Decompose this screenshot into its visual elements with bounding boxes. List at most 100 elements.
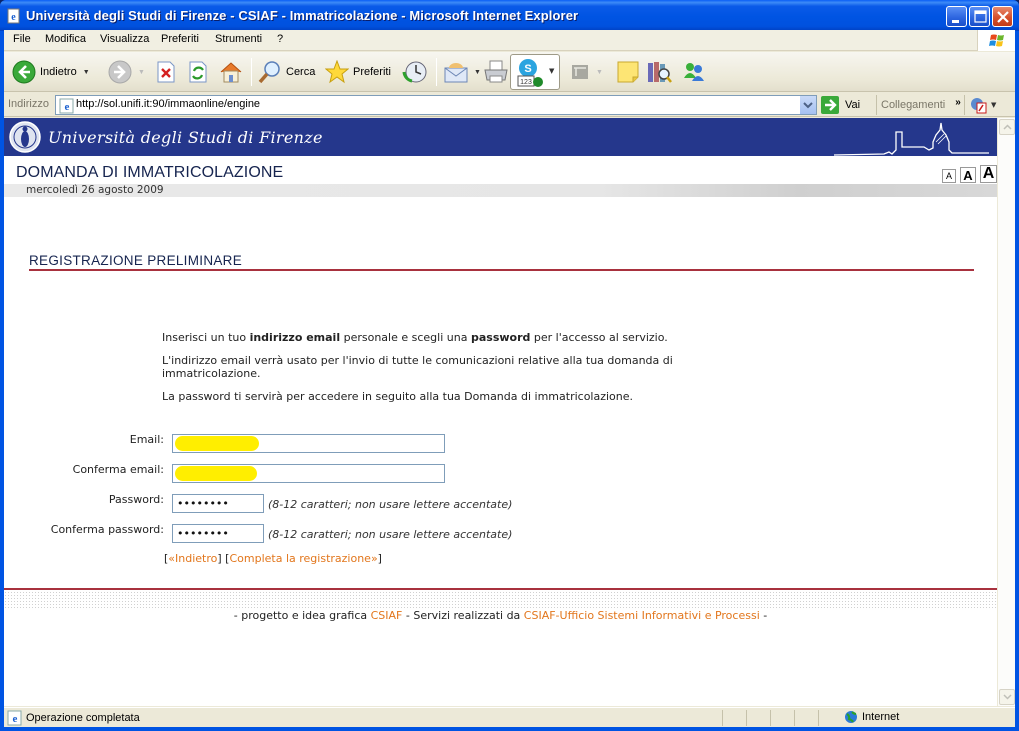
intro-paragraph-3: La password ti servirà per accedere in s… bbox=[162, 390, 634, 403]
maximize-button[interactable] bbox=[969, 6, 990, 27]
menu-file[interactable]: File bbox=[13, 33, 31, 45]
section-divider bbox=[29, 269, 974, 271]
zone-label: Internet bbox=[862, 711, 900, 723]
browser-frame: File Modifica Visualizza Preferiti Strum… bbox=[4, 30, 1015, 727]
svg-text:123: 123 bbox=[520, 79, 532, 86]
mail-button[interactable]: ▼ bbox=[444, 58, 481, 86]
links-toolbar[interactable]: Collegamenti » bbox=[876, 95, 961, 115]
confirm-email-field[interactable] bbox=[172, 464, 445, 483]
page-title: DOMANDA DI IMMATRICOLAZIONE bbox=[16, 164, 284, 181]
toolbar-separator bbox=[436, 58, 437, 86]
email-field[interactable] bbox=[172, 434, 445, 453]
minimize-button[interactable] bbox=[946, 6, 967, 27]
ie-page-icon: e bbox=[59, 98, 74, 114]
favorites-star-icon bbox=[325, 60, 349, 84]
back-icon bbox=[12, 60, 36, 84]
disabled-tool-button[interactable]: ▼ bbox=[570, 58, 603, 86]
footer-text: - Servizi realizzati da bbox=[402, 609, 524, 622]
ie-page-icon: e bbox=[7, 8, 20, 24]
confirm-password-value: •••••••• bbox=[177, 527, 229, 540]
address-dropdown-button[interactable] bbox=[799, 96, 816, 114]
status-divider bbox=[818, 710, 819, 726]
footer-text: - progetto e idea grafica bbox=[233, 609, 371, 622]
print-button[interactable] bbox=[483, 58, 509, 86]
messenger-button[interactable] bbox=[681, 58, 707, 86]
research-button[interactable] bbox=[646, 58, 672, 86]
intro-text: per l'accesso al servizio. bbox=[530, 331, 668, 344]
back-button[interactable]: Indietro ▼ bbox=[12, 58, 90, 86]
scroll-down-button[interactable] bbox=[999, 689, 1015, 705]
refresh-button[interactable] bbox=[188, 58, 208, 86]
menu-help[interactable]: ? bbox=[277, 33, 283, 45]
mail-dropdown-arrow[interactable]: ▼ bbox=[474, 69, 481, 76]
ie-page-icon: e bbox=[7, 710, 22, 726]
pdf-icon bbox=[971, 98, 987, 114]
menu-visualizza[interactable]: Visualizza bbox=[100, 33, 149, 45]
maximize-icon bbox=[974, 10, 987, 23]
title-bar[interactable]: e Università degli Studi di Firenze - CS… bbox=[0, 0, 1019, 31]
disabled-tool-dropdown[interactable]: ▼ bbox=[596, 69, 603, 76]
close-button[interactable] bbox=[992, 6, 1013, 27]
favorites-label: Preferiti bbox=[353, 66, 391, 78]
intro-bold-password: password bbox=[470, 331, 531, 344]
back-link[interactable]: «Indietro bbox=[168, 552, 217, 565]
forward-button[interactable]: ▼ bbox=[108, 58, 145, 86]
globe-icon bbox=[845, 711, 857, 723]
skype-button[interactable]: S 123 ▼ bbox=[510, 54, 560, 90]
footer-text: - bbox=[759, 609, 768, 622]
redacted-email bbox=[175, 466, 257, 481]
search-button[interactable]: Cerca bbox=[258, 58, 315, 86]
toolbar-separator bbox=[251, 58, 252, 86]
go-button[interactable]: Vai bbox=[821, 95, 860, 115]
font-size-large-button[interactable]: A bbox=[980, 165, 997, 183]
address-field[interactable]: e bbox=[55, 95, 817, 115]
pdf-tool-button[interactable]: ▼ bbox=[964, 95, 996, 115]
confirm-password-hint: (8-12 caratteri; non usare lettere accen… bbox=[268, 528, 513, 541]
stop-icon bbox=[157, 61, 175, 83]
chevron-down-icon bbox=[803, 102, 813, 109]
password-value: •••••••• bbox=[177, 497, 229, 510]
intro-bold-email: indirizzo email bbox=[249, 331, 341, 344]
svg-text:S: S bbox=[524, 63, 531, 75]
mail-icon bbox=[444, 63, 468, 83]
footer-link-csiaf[interactable]: CSIAF bbox=[371, 609, 403, 622]
go-label: Vai bbox=[845, 99, 861, 111]
password-field[interactable]: •••••••• bbox=[172, 494, 264, 513]
svg-text:e: e bbox=[13, 713, 18, 725]
footer-pattern bbox=[4, 591, 997, 608]
footer-link-csiaf-office[interactable]: CSIAF-Ufficio Sistemi Informativi e Proc… bbox=[524, 609, 760, 622]
status-divider bbox=[794, 710, 795, 726]
menu-preferiti[interactable]: Preferiti bbox=[161, 33, 199, 45]
skype-icon: S 123 bbox=[517, 59, 543, 87]
toolbar-disabled-icon bbox=[572, 65, 588, 79]
svg-text:e: e bbox=[11, 12, 16, 23]
pdf-dropdown-arrow[interactable]: ▼ bbox=[991, 101, 996, 109]
windows-logo bbox=[977, 30, 1015, 51]
close-icon bbox=[997, 11, 1009, 23]
font-size-small-button[interactable]: A bbox=[942, 169, 956, 183]
menu-strumenti[interactable]: Strumenti bbox=[215, 33, 262, 45]
confirm-email-label: Conferma email: bbox=[72, 463, 164, 476]
confirm-password-field[interactable]: •••••••• bbox=[172, 524, 264, 543]
scroll-up-button[interactable] bbox=[999, 119, 1015, 135]
complete-registration-link[interactable]: Completa la registrazione» bbox=[229, 552, 377, 565]
forward-dropdown-arrow[interactable]: ▼ bbox=[138, 69, 145, 76]
university-name: Università degli Studi di Firenze bbox=[48, 128, 323, 147]
chevron-more-icon[interactable]: » bbox=[955, 97, 961, 108]
vertical-scrollbar[interactable] bbox=[997, 118, 1015, 706]
menu-modifica[interactable]: Modifica bbox=[45, 33, 86, 45]
date-bar: mercoledì 26 agosto 2009 bbox=[4, 184, 997, 197]
font-size-medium-button[interactable]: A bbox=[960, 167, 976, 183]
back-dropdown-arrow[interactable]: ▼ bbox=[83, 69, 90, 76]
favorites-button[interactable]: Preferiti bbox=[325, 58, 391, 86]
stop-button[interactable] bbox=[156, 58, 176, 86]
history-button[interactable] bbox=[402, 58, 428, 86]
address-input[interactable] bbox=[76, 98, 796, 110]
go-arrow-icon bbox=[821, 96, 839, 114]
svg-text:e: e bbox=[65, 101, 70, 113]
notes-button[interactable] bbox=[616, 58, 640, 86]
home-button[interactable] bbox=[218, 58, 244, 86]
skype-dropdown-arrow[interactable]: ▼ bbox=[549, 67, 554, 75]
email-label: Email: bbox=[129, 433, 164, 446]
password-hint: (8-12 caratteri; non usare lettere accen… bbox=[268, 498, 513, 511]
